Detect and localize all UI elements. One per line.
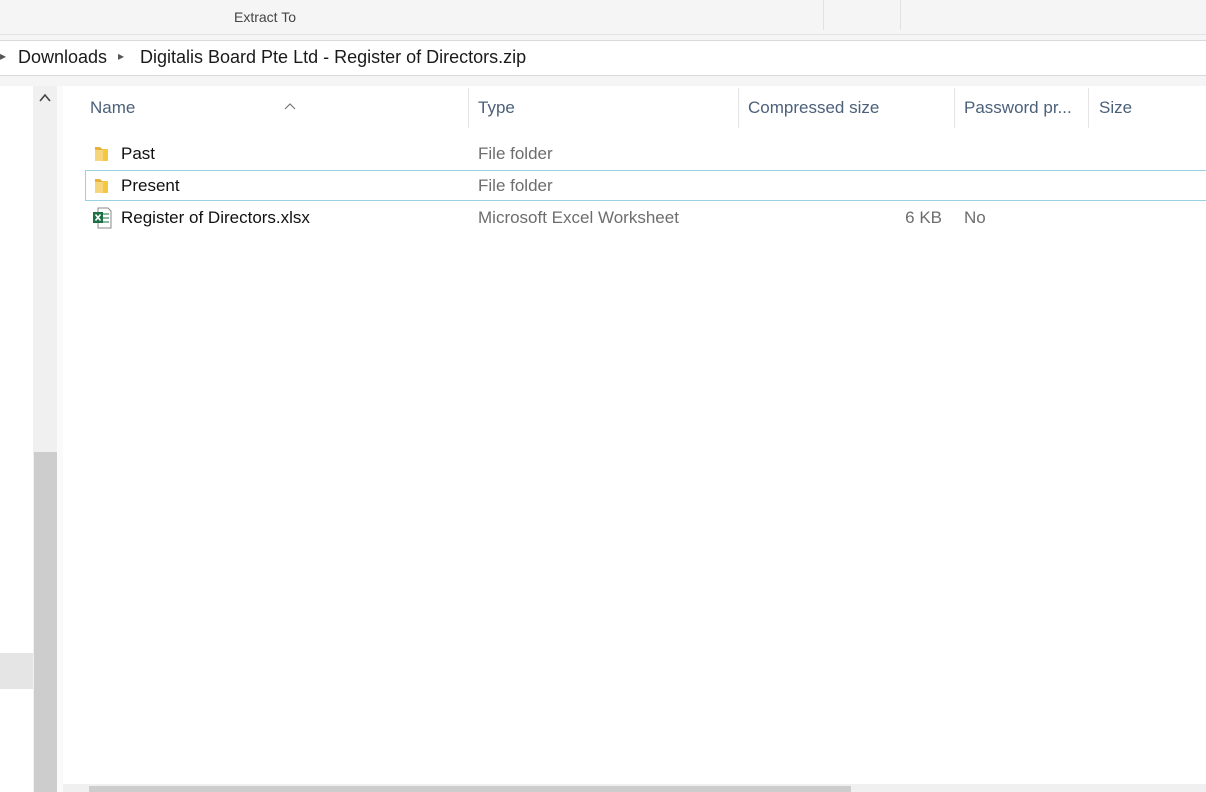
navigation-pane[interactable]	[0, 86, 33, 792]
file-row-past[interactable]: Past File folder	[85, 138, 1206, 169]
file-compressed-size: 6 KB	[905, 208, 942, 227]
column-header-password[interactable]: Password pr...	[954, 86, 1088, 128]
column-header-size[interactable]: Size	[1089, 86, 1206, 128]
scrollbar-thumb[interactable]	[34, 452, 57, 792]
column-header-label: Size	[1099, 98, 1133, 117]
file-list-horizontal-scrollbar[interactable]	[63, 784, 1206, 792]
column-header-label: Password pr...	[964, 98, 1072, 117]
scrollbar-thumb[interactable]	[89, 786, 851, 792]
file-type: Microsoft Excel Worksheet	[478, 208, 679, 227]
excel-file-icon	[92, 207, 112, 233]
file-row-present[interactable]: Present File folder	[85, 170, 1206, 201]
column-header-label: Type	[478, 98, 515, 117]
column-header-compressed-size[interactable]: Compressed size	[738, 86, 954, 128]
file-list: Name Type Compressed size Password pr...…	[63, 86, 1206, 792]
sort-ascending-icon	[284, 86, 296, 128]
file-type: File folder	[478, 176, 553, 195]
ribbon-divider	[900, 0, 901, 30]
file-password: No	[964, 208, 986, 227]
breadcrumb-downloads[interactable]: Downloads	[18, 47, 107, 68]
chevron-right-icon[interactable]: ▸	[0, 49, 6, 63]
file-name: Register of Directors.xlsx	[121, 208, 310, 227]
chevron-up-icon[interactable]	[33, 92, 57, 110]
chevron-right-icon[interactable]: ▸	[118, 49, 124, 63]
ribbon-divider	[823, 0, 824, 30]
nav-pane-scrollbar[interactable]	[33, 86, 57, 792]
ribbon-toolbar: Extract To	[0, 0, 1206, 35]
toolbar-gap	[0, 76, 1206, 86]
column-header-label: Name	[90, 98, 136, 117]
folder-icon	[94, 177, 110, 199]
file-row-register-of-directors[interactable]: Register of Directors.xlsx Microsoft Exc…	[85, 202, 1206, 233]
breadcrumb-zip-file[interactable]: Digitalis Board Pte Ltd - Register of Di…	[140, 47, 526, 68]
file-type: File folder	[478, 144, 553, 163]
extract-to-button[interactable]: Extract To	[234, 9, 296, 25]
column-header-type[interactable]: Type	[468, 86, 738, 128]
nav-selected-item[interactable]	[0, 653, 33, 689]
file-name: Past	[121, 144, 156, 163]
column-header-name[interactable]: Name	[80, 86, 468, 128]
folder-icon	[94, 145, 110, 167]
column-header-label: Compressed size	[748, 98, 880, 117]
address-bar[interactable]: ▸ Downloads ▸ Digitalis Board Pte Ltd - …	[0, 40, 1206, 76]
file-name: Present	[121, 176, 180, 195]
